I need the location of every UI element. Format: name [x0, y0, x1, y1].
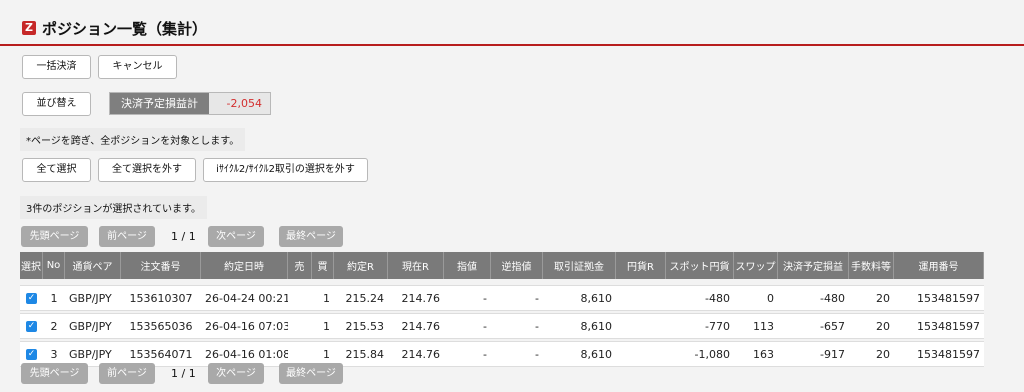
cell-datetime: 26-04-16 07:03: [201, 313, 288, 339]
cell-order: 153610307: [121, 285, 201, 311]
deselect-all-button[interactable]: 全て選択を外す: [98, 158, 196, 182]
table-row[interactable]: ✓ 3 GBP/JPY 153564071 26-04-16 01:08 1 2…: [20, 341, 984, 367]
cell-limit: -: [444, 313, 491, 339]
cell-pair: GBP/JPY: [65, 313, 121, 339]
cell-yen-rate: [616, 341, 666, 367]
cell-pair: GBP/JPY: [65, 285, 121, 311]
cell-swap: 0: [734, 285, 778, 311]
select-all-button[interactable]: 全て選択: [22, 158, 91, 182]
cell-swap: 163: [734, 341, 778, 367]
cell-buy: 1: [312, 285, 334, 311]
cell-spot-yen: -1,080: [666, 341, 734, 367]
cell-current-rate: 214.76: [388, 313, 444, 339]
pl-summary-label: 決済予定損益計: [110, 93, 209, 114]
cell-spot-yen: -480: [666, 285, 734, 311]
cell-limit: -: [444, 341, 491, 367]
table-row[interactable]: ✓ 1 GBP/JPY 153610307 26-04-24 00:21 1 2…: [20, 285, 984, 311]
row-checkbox[interactable]: ✓: [26, 293, 37, 304]
cell-datetime: 26-04-24 00:21: [201, 285, 288, 311]
cell-limit: -: [444, 285, 491, 311]
cell-stop: -: [491, 313, 543, 339]
cell-fee: 20: [849, 285, 894, 311]
pager-bottom-prev-button[interactable]: 前ページ: [99, 363, 155, 384]
cell-margin: 8,610: [543, 285, 616, 311]
row-checkbox[interactable]: ✓: [26, 349, 37, 360]
column-header[interactable]: 現在R: [388, 252, 444, 279]
scope-note: *ページを跨ぎ、全ポジションを対象とします。: [20, 128, 246, 151]
cancel-button[interactable]: キャンセル: [98, 55, 177, 79]
cell-stop: -: [491, 341, 543, 367]
cell-yen-rate: [616, 313, 666, 339]
cell-op-no: 153481597: [894, 313, 984, 339]
title-bar: Z ポジション一覧（集計）: [0, 0, 1024, 46]
cell-exec-rate: 215.53: [334, 313, 388, 339]
deselect-cycle-button[interactable]: iｻｲｸﾙ2/ｻｲｸﾙ2取引の選択を外す: [203, 158, 368, 182]
column-header[interactable]: 決済予定損益: [778, 252, 849, 279]
pager-bottom-last-button[interactable]: 最終ページ: [279, 363, 343, 384]
column-header[interactable]: 注文番号: [121, 252, 201, 279]
cell-yen-rate: [616, 285, 666, 311]
column-header[interactable]: 通貨ペア: [65, 252, 121, 279]
pager-top-last-button[interactable]: 最終ページ: [279, 226, 343, 247]
sort-button[interactable]: 並び替え: [22, 92, 91, 116]
cell-no: 2: [43, 313, 65, 339]
cell-buy: 1: [312, 313, 334, 339]
pl-summary: 決済予定損益計 -2,054: [109, 92, 271, 115]
column-header[interactable]: 売: [288, 252, 312, 279]
column-header[interactable]: 約定日時: [201, 252, 288, 279]
column-header[interactable]: スワップ: [734, 252, 778, 279]
cell-est-pl: -480: [778, 285, 849, 311]
cell-spot-yen: -770: [666, 313, 734, 339]
cell-sell: [288, 313, 312, 339]
column-header[interactable]: 逆指値: [491, 252, 543, 279]
cell-current-rate: 214.76: [388, 285, 444, 311]
cell-margin: 8,610: [543, 341, 616, 367]
page-title: ポジション一覧（集計）: [42, 20, 208, 38]
cell-fee: 20: [849, 341, 894, 367]
column-header[interactable]: 運用番号: [894, 252, 984, 279]
cell-est-pl: -657: [778, 313, 849, 339]
column-header[interactable]: 取引証拠金: [543, 252, 616, 279]
pager-bottom-next-button[interactable]: 次ページ: [208, 363, 264, 384]
column-header[interactable]: 約定R: [334, 252, 388, 279]
selected-count-message: 3件のポジションが選択されています。: [20, 196, 208, 219]
pager-top-page-indicator: 1 / 1: [171, 230, 196, 243]
pl-summary-value: -2,054: [209, 93, 270, 114]
column-header[interactable]: 選択: [20, 252, 43, 279]
column-header[interactable]: スポット円貨: [666, 252, 734, 279]
bulk-settle-button[interactable]: 一括決済: [22, 55, 91, 79]
pager-bottom-first-button[interactable]: 先頭ページ: [21, 363, 88, 384]
brand-logo-icon: Z: [22, 21, 36, 35]
column-header[interactable]: No: [43, 252, 65, 279]
column-header[interactable]: 円貨R: [616, 252, 666, 279]
column-header[interactable]: 買: [312, 252, 334, 279]
cell-op-no: 153481597: [894, 285, 984, 311]
cell-order: 153565036: [121, 313, 201, 339]
cell-op-no: 153481597: [894, 341, 984, 367]
positions-table: 選択 No 通貨ペア 注文番号 約定日時 売 買 約定R 現在R 指値 逆指値 …: [20, 252, 984, 367]
cell-est-pl: -917: [778, 341, 849, 367]
table-header-row: 選択 No 通貨ペア 注文番号 約定日時 売 買 約定R 現在R 指値 逆指値 …: [20, 252, 984, 279]
cell-fee: 20: [849, 313, 894, 339]
pager-top-first-button[interactable]: 先頭ページ: [21, 226, 88, 247]
pager-bottom-page-indicator: 1 / 1: [171, 367, 196, 380]
column-header[interactable]: 指値: [444, 252, 491, 279]
cell-sell: [288, 285, 312, 311]
table-row[interactable]: ✓ 2 GBP/JPY 153565036 26-04-16 07:03 1 2…: [20, 313, 984, 339]
cell-margin: 8,610: [543, 313, 616, 339]
cell-swap: 113: [734, 313, 778, 339]
pager-top-next-button[interactable]: 次ページ: [208, 226, 264, 247]
pager-top-prev-button[interactable]: 前ページ: [99, 226, 155, 247]
cell-exec-rate: 215.24: [334, 285, 388, 311]
row-checkbox[interactable]: ✓: [26, 321, 37, 332]
column-header[interactable]: 手数料等: [849, 252, 894, 279]
cell-no: 1: [43, 285, 65, 311]
cell-stop: -: [491, 285, 543, 311]
cell-current-rate: 214.76: [388, 341, 444, 367]
